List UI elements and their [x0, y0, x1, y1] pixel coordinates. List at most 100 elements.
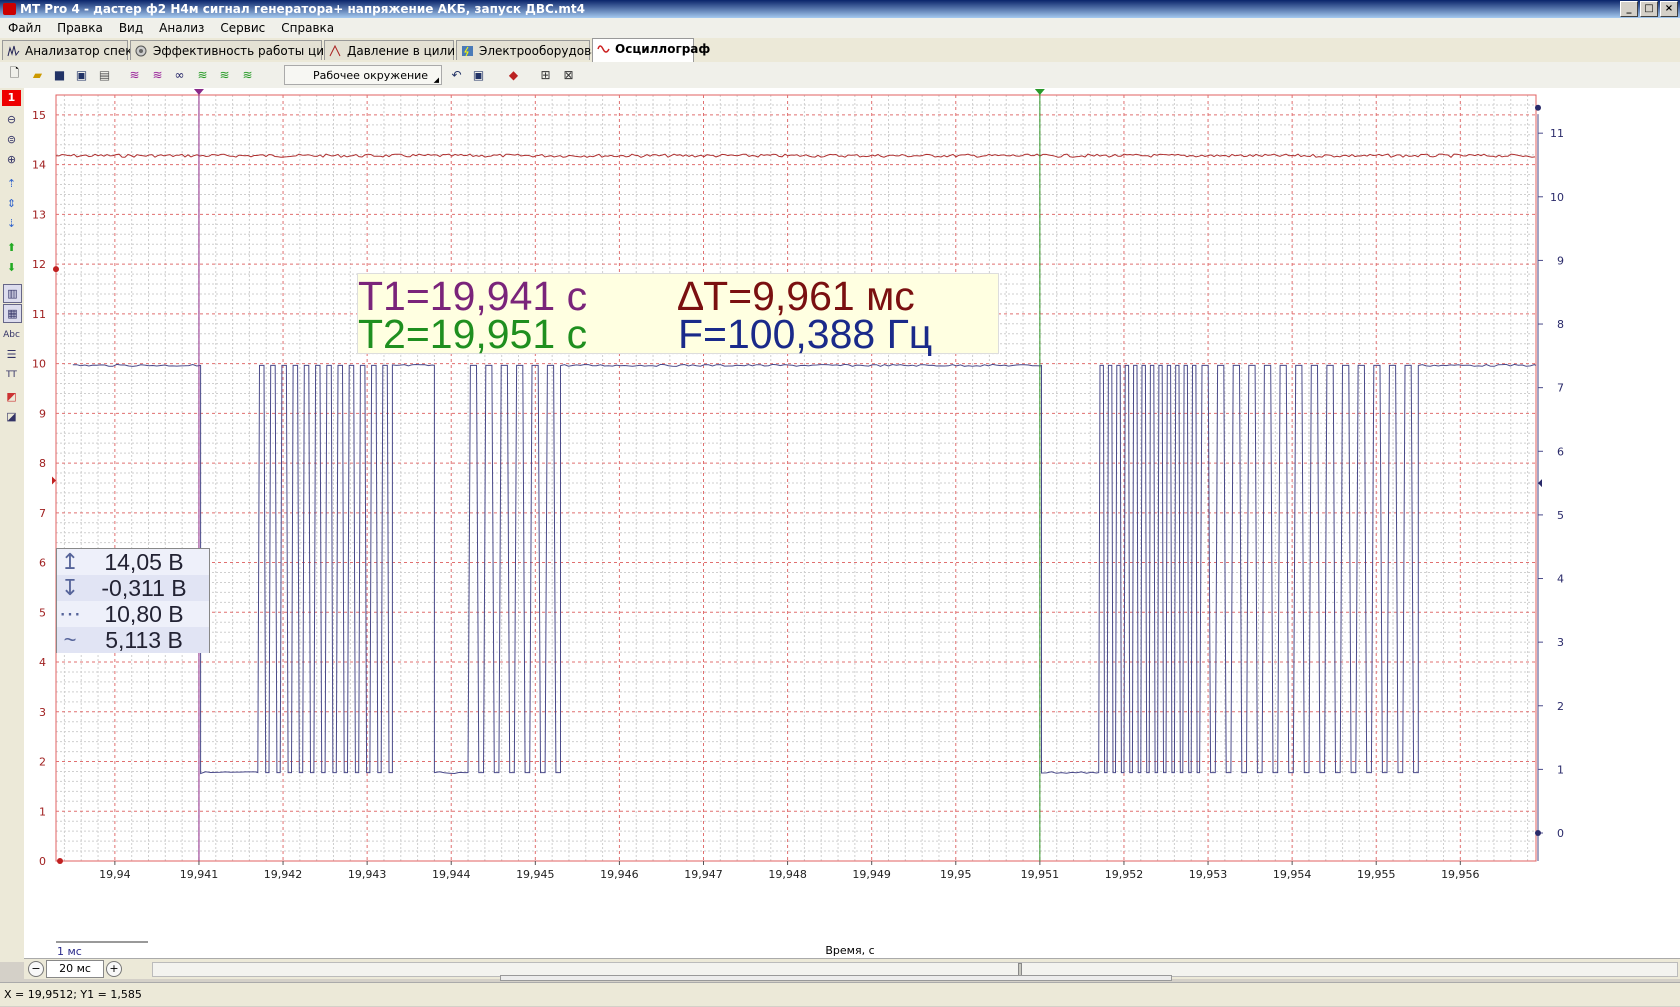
- x-tick-label: 19,954: [1273, 868, 1312, 881]
- position-overview-bar[interactable]: [500, 975, 1172, 981]
- zoom-in-icon[interactable]: ⊕: [3, 151, 20, 168]
- min-row: ↧ -0,311 В: [57, 575, 209, 601]
- tab-spectrum[interactable]: Анализатор спектра: [2, 40, 154, 60]
- signal-tool-4-icon[interactable]: ≋: [194, 66, 211, 83]
- tab-electrical[interactable]: Электрооборудование: [456, 40, 622, 60]
- print-icon[interactable]: ▤: [96, 66, 113, 83]
- center-icon[interactable]: ⇕: [3, 195, 20, 212]
- channel-selector[interactable]: 1: [2, 90, 21, 106]
- tab-pressure[interactable]: Давление в цилиндре: [324, 40, 486, 60]
- origin-marker: [57, 858, 63, 864]
- move-down-icon[interactable]: ⬇: [3, 259, 20, 276]
- left-y-tick-label: 8: [39, 457, 46, 470]
- save-workspace-icon[interactable]: ▣: [470, 66, 487, 83]
- right-y-tick-label: 4: [1557, 573, 1564, 586]
- zoom-in-time-button[interactable]: +: [106, 960, 122, 977]
- window-title: MT Pro 4 - дастер ф2 Н4м сигнал генерато…: [20, 2, 585, 16]
- cursor-mode-1-icon[interactable]: ▥: [3, 284, 22, 303]
- menu-service[interactable]: Сервис: [212, 18, 273, 38]
- right-y-tick-label: 6: [1557, 445, 1564, 458]
- menu-file[interactable]: Файл: [0, 18, 49, 38]
- right-y-tick-label: 3: [1557, 636, 1564, 649]
- x-tick-label: 19,947: [684, 868, 723, 881]
- zoom-out-icon[interactable]: ⊖: [3, 111, 20, 128]
- left-y-tick-label: 1: [39, 805, 46, 818]
- menu-view[interactable]: Вид: [111, 18, 151, 38]
- menu-analysis[interactable]: Анализ: [151, 18, 212, 38]
- menu-help[interactable]: Справка: [273, 18, 342, 38]
- rms-row: ~ 5,113 В: [57, 627, 209, 653]
- undo-icon[interactable]: ↶: [448, 66, 465, 83]
- right-y-tick-label: 5: [1557, 509, 1564, 522]
- scale-label: 1 мс: [57, 945, 82, 958]
- shift-up-icon[interactable]: ⇡: [3, 175, 20, 192]
- average-row: ⋯ 10,80 В: [59, 601, 184, 627]
- move-up-icon[interactable]: ⬆: [3, 239, 20, 256]
- shift-down-icon[interactable]: ⇣: [3, 215, 20, 232]
- status-bar: X = 19,9512; Y1 = 1,585: [0, 982, 1680, 1006]
- maximize-button[interactable]: □: [1640, 1, 1658, 17]
- min-arrow-icon: ↧: [60, 575, 80, 600]
- average-icon: ⋯: [59, 601, 81, 626]
- left-y-tick-label: 0: [39, 855, 46, 868]
- right-y-tick-label: 8: [1557, 318, 1564, 331]
- workspace-dropdown[interactable]: Рабочее окружение: [284, 65, 442, 85]
- electrical-icon: [462, 46, 473, 57]
- x-tick-label: 19,943: [348, 868, 387, 881]
- coordinates-readout: X = 19,9512; Y1 = 1,585: [4, 988, 142, 1001]
- cylinder-efficiency-icon: [135, 45, 147, 57]
- x-tick-label: 19,946: [600, 868, 639, 881]
- tab-oscilloscope[interactable]: Осциллограф: [592, 38, 710, 62]
- x-tick-label: 19,953: [1189, 868, 1228, 881]
- minimize-button[interactable]: _: [1620, 1, 1638, 17]
- new-file-icon[interactable]: 🗋: [6, 66, 23, 83]
- signal-tool-6-icon[interactable]: ≋: [239, 66, 256, 83]
- cursor-mode-2-icon[interactable]: ▦: [3, 304, 22, 323]
- left-y-tick-label: 3: [39, 706, 46, 719]
- tab-cylinder-efficiency[interactable]: Эффективность работы цилиндров: [130, 40, 378, 60]
- signal-tool-5-icon[interactable]: ≋: [216, 66, 233, 83]
- chart-mode-2-icon[interactable]: ◪: [3, 408, 20, 425]
- text-label-icon[interactable]: Abc: [3, 326, 20, 343]
- oscilloscope-chart[interactable]: 0123456789101112131415 01234567891011 19…: [24, 88, 1680, 958]
- left-y-tick-label: 7: [39, 507, 46, 520]
- fit-window-icon[interactable]: ⊠: [560, 66, 577, 83]
- left-y-tick-label: 11: [32, 308, 46, 321]
- car-icon[interactable]: ◆: [505, 66, 522, 83]
- x-tick-label: 19,942: [264, 868, 303, 881]
- left-y-tick-label: 13: [32, 208, 46, 221]
- x-tick-label: 19,956: [1441, 868, 1480, 881]
- left-y-tick-label: 5: [39, 606, 46, 619]
- signal-tool-2-icon[interactable]: ≋: [149, 66, 166, 83]
- left-y-tick-label: 14: [32, 159, 46, 172]
- x-tick-label: 19,94: [99, 868, 131, 881]
- signal-tool-1-icon[interactable]: ≋: [126, 66, 143, 83]
- save-as-icon[interactable]: ▣: [73, 66, 90, 83]
- cursor-info-box: T1=19,941 с T2=19,951 с ∆T=9,961 мс F=10…: [357, 273, 999, 355]
- text-format-icon[interactable]: TT: [3, 366, 20, 383]
- open-folder-icon[interactable]: ▰: [29, 66, 46, 83]
- settings-tool-icon[interactable]: ⊞: [537, 66, 554, 83]
- list-icon[interactable]: ☰: [3, 346, 20, 363]
- menu-bar: Файл Правка Вид Анализ Сервис Справка: [0, 18, 1680, 38]
- close-button[interactable]: ×: [1660, 1, 1678, 17]
- left-y-tick-label: 15: [32, 109, 46, 122]
- chart-mode-1-icon[interactable]: ◩: [3, 388, 20, 405]
- window-titlebar: MT Pro 4 - дастер ф2 Н4м сигнал генерато…: [0, 0, 1680, 18]
- right-y-tick-label: 11: [1550, 127, 1564, 140]
- right-axis-top-marker: [1535, 104, 1541, 111]
- main-toolbar: 🗋 ▰ ■ ▣ ▤ ≋ ≋ ∞ ≋ ≋ ≋ Рабочее окружение …: [0, 62, 1680, 89]
- t1-readout: T1=19,941 с: [358, 273, 588, 319]
- zoom-out-time-button[interactable]: −: [28, 960, 44, 977]
- pressure-icon: [329, 45, 341, 57]
- spectrum-icon: [7, 45, 20, 57]
- left-y-tick-label: 6: [39, 557, 46, 570]
- save-icon[interactable]: ■: [51, 66, 68, 83]
- menu-edit[interactable]: Правка: [49, 18, 111, 38]
- signal-tool-3-icon[interactable]: ∞: [171, 66, 188, 83]
- left-y-tick-label: 9: [39, 407, 46, 420]
- left-y-tick-label: 12: [32, 258, 46, 271]
- delta-t-readout: ∆T=9,961 мс: [678, 273, 915, 319]
- left-axis-marker: [53, 266, 59, 273]
- zoom-reset-icon[interactable]: ⊜: [3, 131, 20, 148]
